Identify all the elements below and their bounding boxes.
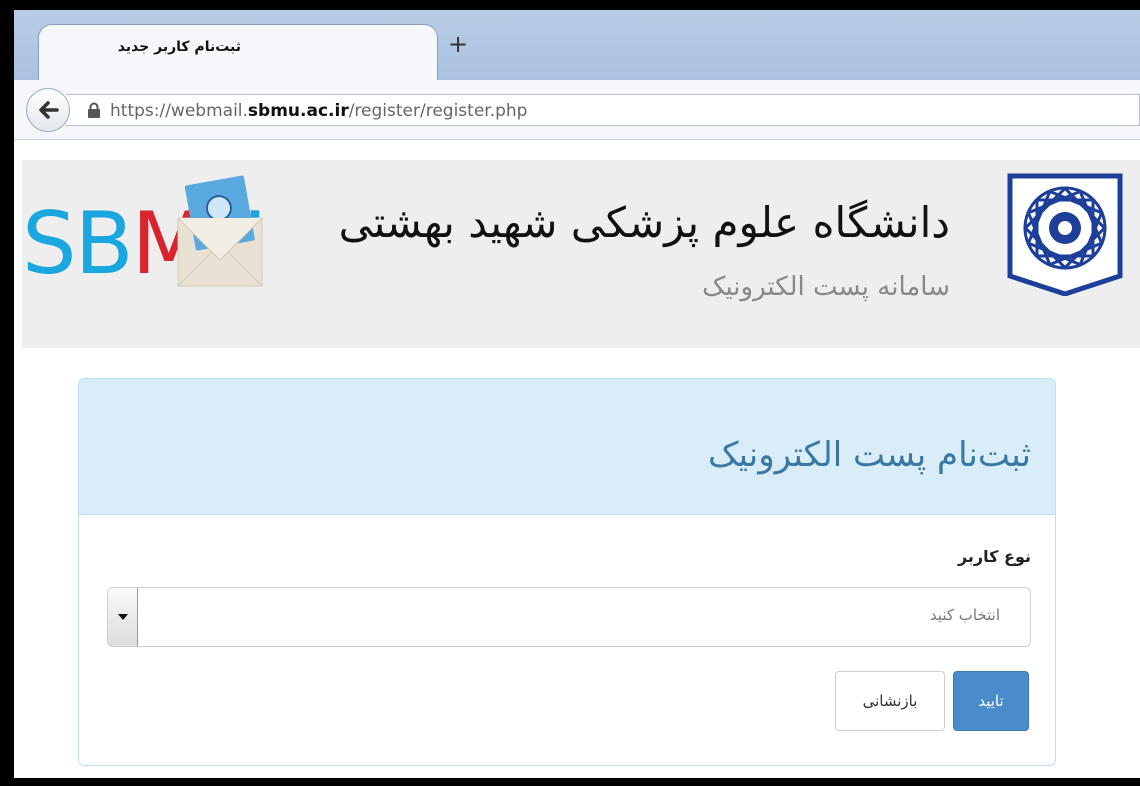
tab-strip: ثبت‌نام کاربر جدید + — [14, 10, 1140, 82]
reset-button[interactable]: بازنشانی — [835, 671, 945, 731]
tab-title: ثبت‌نام کاربر جدید — [117, 39, 241, 55]
dropdown-arrow-icon[interactable] — [108, 588, 138, 646]
logo-text-left: SB — [22, 194, 134, 294]
lock-icon — [88, 102, 100, 118]
url-path: /register/register.php — [348, 101, 528, 121]
university-emblem-icon — [1007, 173, 1123, 296]
envelope-icon — [177, 175, 263, 287]
confirm-button[interactable]: تایید — [953, 671, 1029, 731]
panel-heading: ثبت‌نام پست الکترونیک — [79, 379, 1055, 515]
new-tab-button[interactable]: + — [442, 30, 474, 60]
user-type-label: نوع کاربر — [957, 547, 1031, 566]
university-name: دانشگاه علوم پزشکی شهید بهشتی — [338, 198, 950, 247]
back-button[interactable] — [26, 88, 70, 132]
registration-panel: ثبت‌نام پست الکترونیک نوع کاربر انتخاب ک… — [78, 378, 1056, 766]
user-type-select[interactable]: انتخاب کنید — [107, 587, 1031, 647]
panel-title: ثبت‌نام پست الکترونیک — [708, 435, 1031, 475]
tab-active[interactable]: ثبت‌نام کاربر جدید — [38, 24, 438, 82]
address-bar[interactable]: https://webmail.sbmu.ac.ir/register/regi… — [66, 94, 1140, 126]
site-header: SBMU دانشگاه علوم پزشکی شهید بهشتی سامان… — [22, 160, 1140, 348]
navigation-bar: https://webmail.sbmu.ac.ir/register/regi… — [14, 80, 1140, 140]
url-text: https://webmail.sbmu.ac.ir/register/regi… — [110, 101, 527, 121]
url-prefix: https://webmail. — [110, 101, 248, 121]
back-arrow-icon — [39, 101, 59, 119]
url-domain: sbmu.ac.ir — [247, 101, 349, 121]
user-type-select-value: انتخاب کنید — [929, 606, 1000, 624]
system-name: سامانه پست الکترونیک — [702, 272, 950, 302]
browser-window: ثبت‌نام کاربر جدید + https://webmail.sbm… — [0, 0, 1140, 786]
